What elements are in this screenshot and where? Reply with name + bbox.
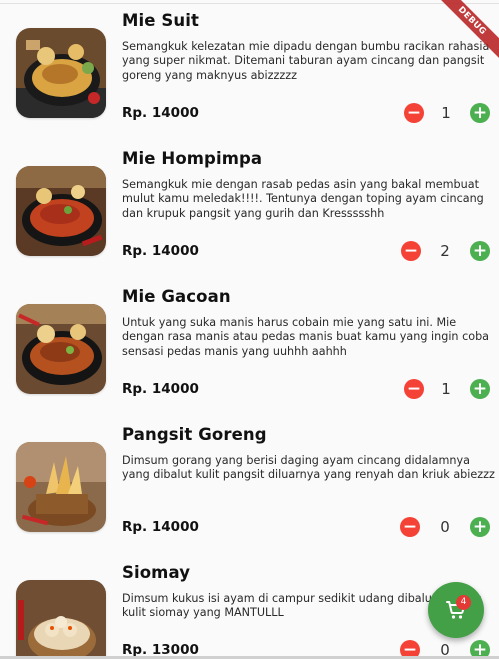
decrease-button[interactable]: −	[401, 241, 421, 261]
quantity-value: 1	[441, 380, 451, 398]
minus-icon: −	[403, 240, 419, 261]
item-price: Rp. 14000	[122, 519, 199, 535]
increase-button[interactable]: +	[470, 517, 490, 537]
plus-icon: +	[472, 240, 488, 261]
item-description: Semangkuk kelezatan mie dipadu dengan bu…	[122, 40, 490, 82]
minus-icon: −	[406, 378, 422, 399]
menu-list[interactable]: Mie Suit Semangkuk kelezatan mie dipadu …	[0, 0, 499, 659]
increase-button[interactable]: +	[470, 241, 490, 261]
cart-badge: 4	[456, 595, 471, 610]
menu-item: Mie Gacoan Untuk yang suka manis harus c…	[0, 276, 499, 414]
top-divider	[0, 3, 499, 4]
item-price: Rp. 14000	[122, 243, 199, 259]
plus-icon: +	[472, 378, 488, 399]
cart-button[interactable]: 4	[428, 582, 484, 638]
menu-item: Mie Hompimpa Semangkuk mie dengan rasab …	[0, 138, 499, 276]
menu-item: Siomay Dimsum kukus isi ayam di campur s…	[0, 552, 499, 659]
increase-button[interactable]: +	[470, 103, 490, 123]
menu-item: Pangsit Goreng Dimsum gorang yang berisi…	[0, 414, 499, 552]
item-price: Rp. 14000	[122, 381, 199, 397]
plus-icon: +	[472, 516, 488, 537]
item-description: Dimsum gorang yang berisi daging ayam ci…	[122, 454, 495, 482]
menu-item: Mie Suit Semangkuk kelezatan mie dipadu …	[0, 0, 499, 138]
decrease-button[interactable]: −	[404, 379, 424, 399]
item-price: Rp. 14000	[122, 105, 199, 121]
item-title: Mie Hompimpa	[122, 149, 263, 168]
plus-icon: +	[472, 102, 488, 123]
decrease-button[interactable]: −	[404, 103, 424, 123]
minus-icon: −	[402, 516, 418, 537]
food-image	[16, 304, 106, 394]
item-description: Semangkuk mie dengan rasab pedas asin ya…	[122, 178, 484, 220]
quantity-value: 2	[440, 242, 450, 260]
quantity-value: 1	[441, 104, 451, 122]
decrease-button[interactable]: −	[400, 517, 420, 537]
food-image	[16, 28, 106, 118]
minus-icon: −	[406, 102, 422, 123]
food-image	[16, 166, 106, 256]
item-title: Pangsit Goreng	[122, 425, 267, 444]
item-description: Untuk yang suka manis harus cobain mie y…	[122, 316, 490, 358]
quantity-value: 0	[440, 518, 450, 536]
food-image	[16, 442, 106, 532]
food-image	[16, 580, 106, 659]
item-title: Siomay	[122, 563, 191, 582]
increase-button[interactable]: +	[470, 379, 490, 399]
item-title: Mie Gacoan	[122, 287, 231, 306]
item-title: Mie Suit	[122, 11, 199, 30]
